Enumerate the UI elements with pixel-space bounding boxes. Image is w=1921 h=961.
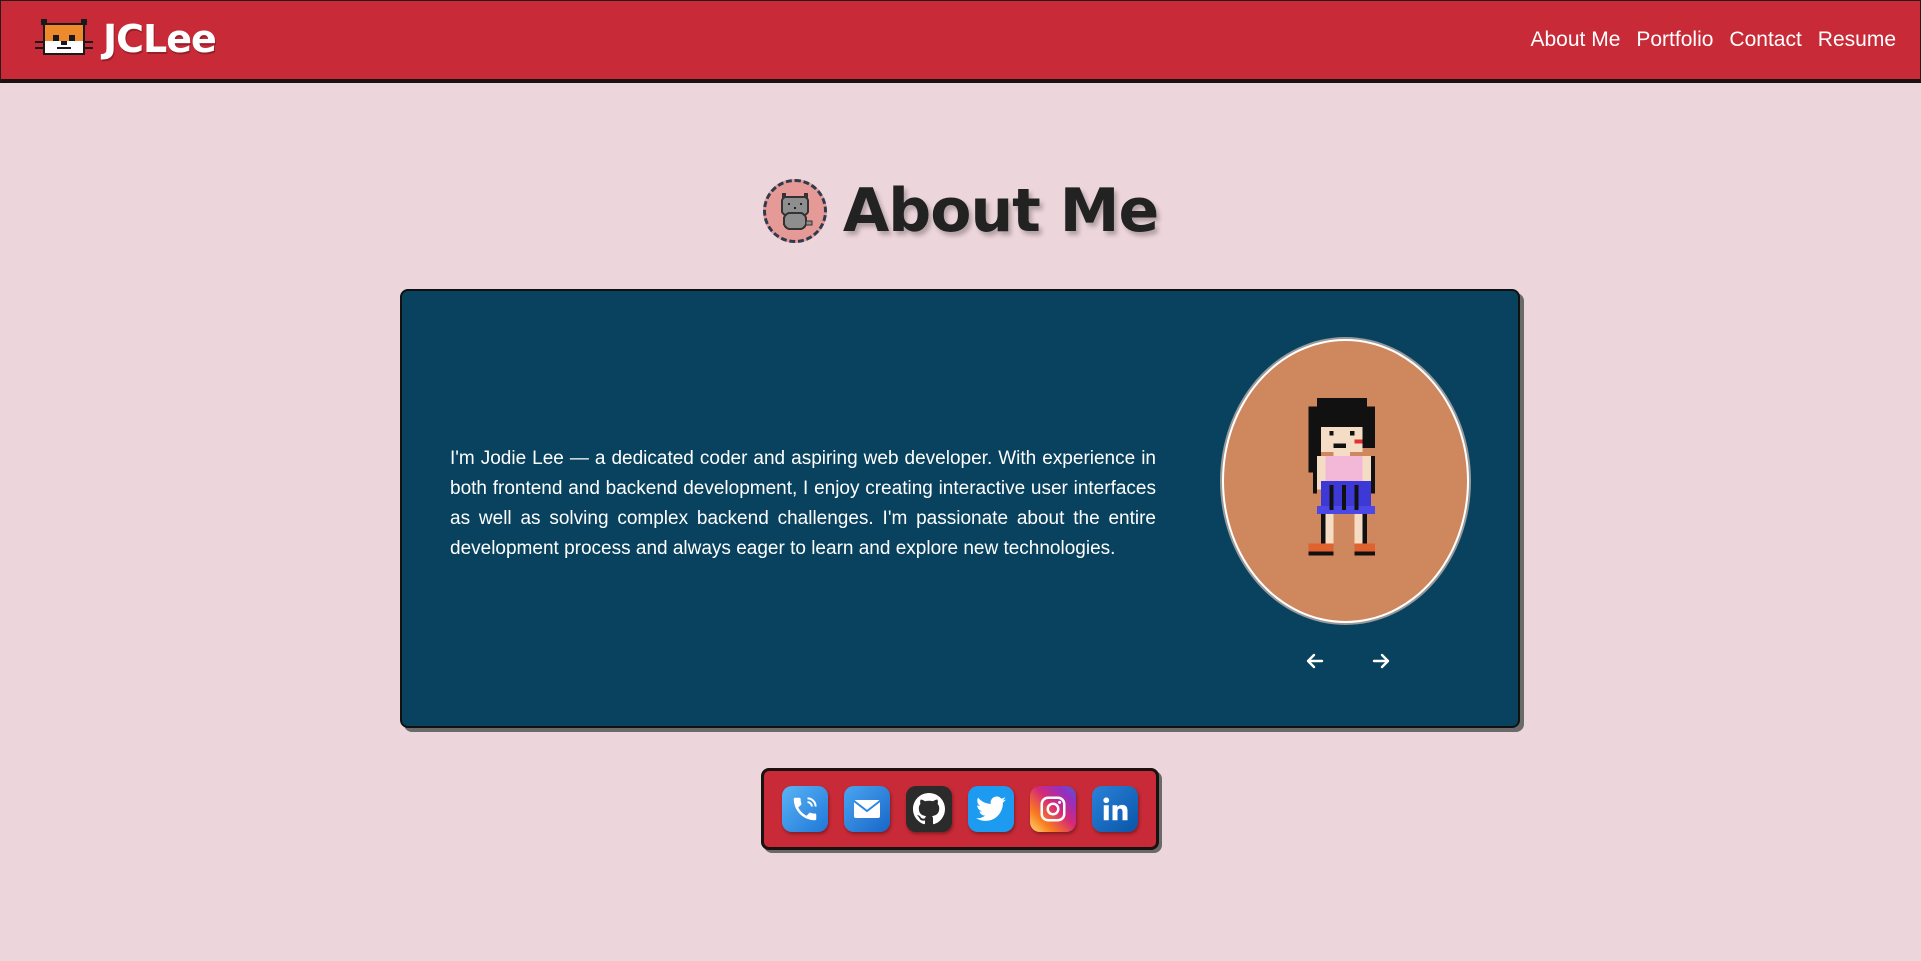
phone-icon[interactable]: [782, 786, 828, 832]
pixel-cat-icon: [35, 19, 93, 55]
section-header: About Me: [0, 176, 1921, 246]
instagram-icon[interactable]: [1030, 786, 1076, 832]
top-navbar: JCLee About Me Portfolio Contact Resume: [0, 0, 1921, 83]
twitter-icon[interactable]: [968, 786, 1014, 832]
pixel-girl-avatar: [1308, 398, 1375, 556]
page-title: About Me: [842, 176, 1159, 246]
bio-text: I'm Jodie Lee — a dedicated coder and as…: [450, 448, 1156, 559]
nav-links: About Me Portfolio Contact Resume: [1530, 28, 1896, 52]
nav-link-contact[interactable]: Contact: [1729, 28, 1801, 52]
github-icon[interactable]: [906, 786, 952, 832]
next-button[interactable]: [1366, 648, 1396, 678]
arrow-right-icon: [1372, 653, 1390, 669]
prev-button[interactable]: [1300, 648, 1330, 678]
nav-link-about-me[interactable]: About Me: [1530, 28, 1620, 52]
nav-link-portfolio[interactable]: Portfolio: [1636, 28, 1713, 52]
nav-link-resume[interactable]: Resume: [1818, 28, 1896, 52]
linkedin-icon[interactable]: [1092, 786, 1138, 832]
mail-icon[interactable]: [844, 786, 890, 832]
social-links-bar: [761, 768, 1159, 850]
brand-name: JCLee: [103, 17, 217, 61]
about-card: I'm Jodie Lee — a dedicated coder and as…: [400, 289, 1520, 728]
arrow-left-icon: [1306, 653, 1324, 669]
portrait-frame: [1222, 339, 1469, 623]
brand[interactable]: JCLee: [33, 15, 217, 63]
cat-avatar-icon: [762, 179, 827, 243]
